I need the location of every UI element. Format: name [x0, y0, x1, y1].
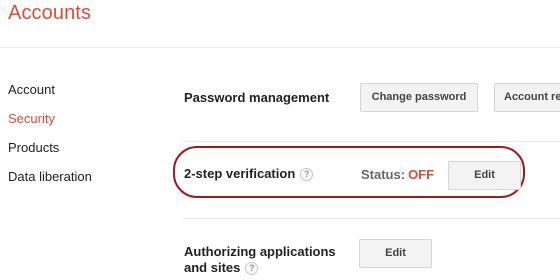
status-value: OFF: [408, 167, 435, 182]
sidebar: Account Security Products Data liberatio…: [8, 82, 92, 198]
authorizing-title-label: and sites: [184, 260, 241, 275]
page-title: Accounts: [8, 2, 92, 24]
two-step-status: Status: OFF: [361, 167, 434, 182]
authorizing-apps-title-line1: Authorizing applications: [184, 244, 336, 259]
change-password-button[interactable]: Change password: [360, 83, 478, 112]
two-step-edit-button[interactable]: Edit: [448, 161, 521, 190]
section-divider: [183, 141, 560, 142]
sidebar-item-security[interactable]: Security: [8, 111, 92, 140]
sidebar-item-account[interactable]: Account: [8, 82, 92, 111]
help-icon[interactable]: ?: [300, 168, 314, 181]
authorizing-apps-title-line2: and sites?: [184, 260, 259, 276]
accounts-page: Accounts Account Security Products Data …: [0, 0, 560, 280]
password-management-title: Password management: [184, 90, 330, 105]
help-icon[interactable]: ?: [245, 262, 259, 275]
section-divider: [183, 218, 560, 219]
two-step-title-label: 2-step verification: [184, 166, 296, 181]
header-divider: [0, 47, 560, 48]
sidebar-item-products[interactable]: Products: [8, 140, 92, 169]
two-step-verification-title: 2-step verification?: [184, 166, 314, 182]
authorizing-edit-button[interactable]: Edit: [359, 239, 432, 268]
account-recovery-button[interactable]: Account recovery options: [494, 83, 560, 112]
status-label: Status:: [361, 167, 406, 182]
sidebar-item-data-liberation[interactable]: Data liberation: [8, 169, 92, 198]
